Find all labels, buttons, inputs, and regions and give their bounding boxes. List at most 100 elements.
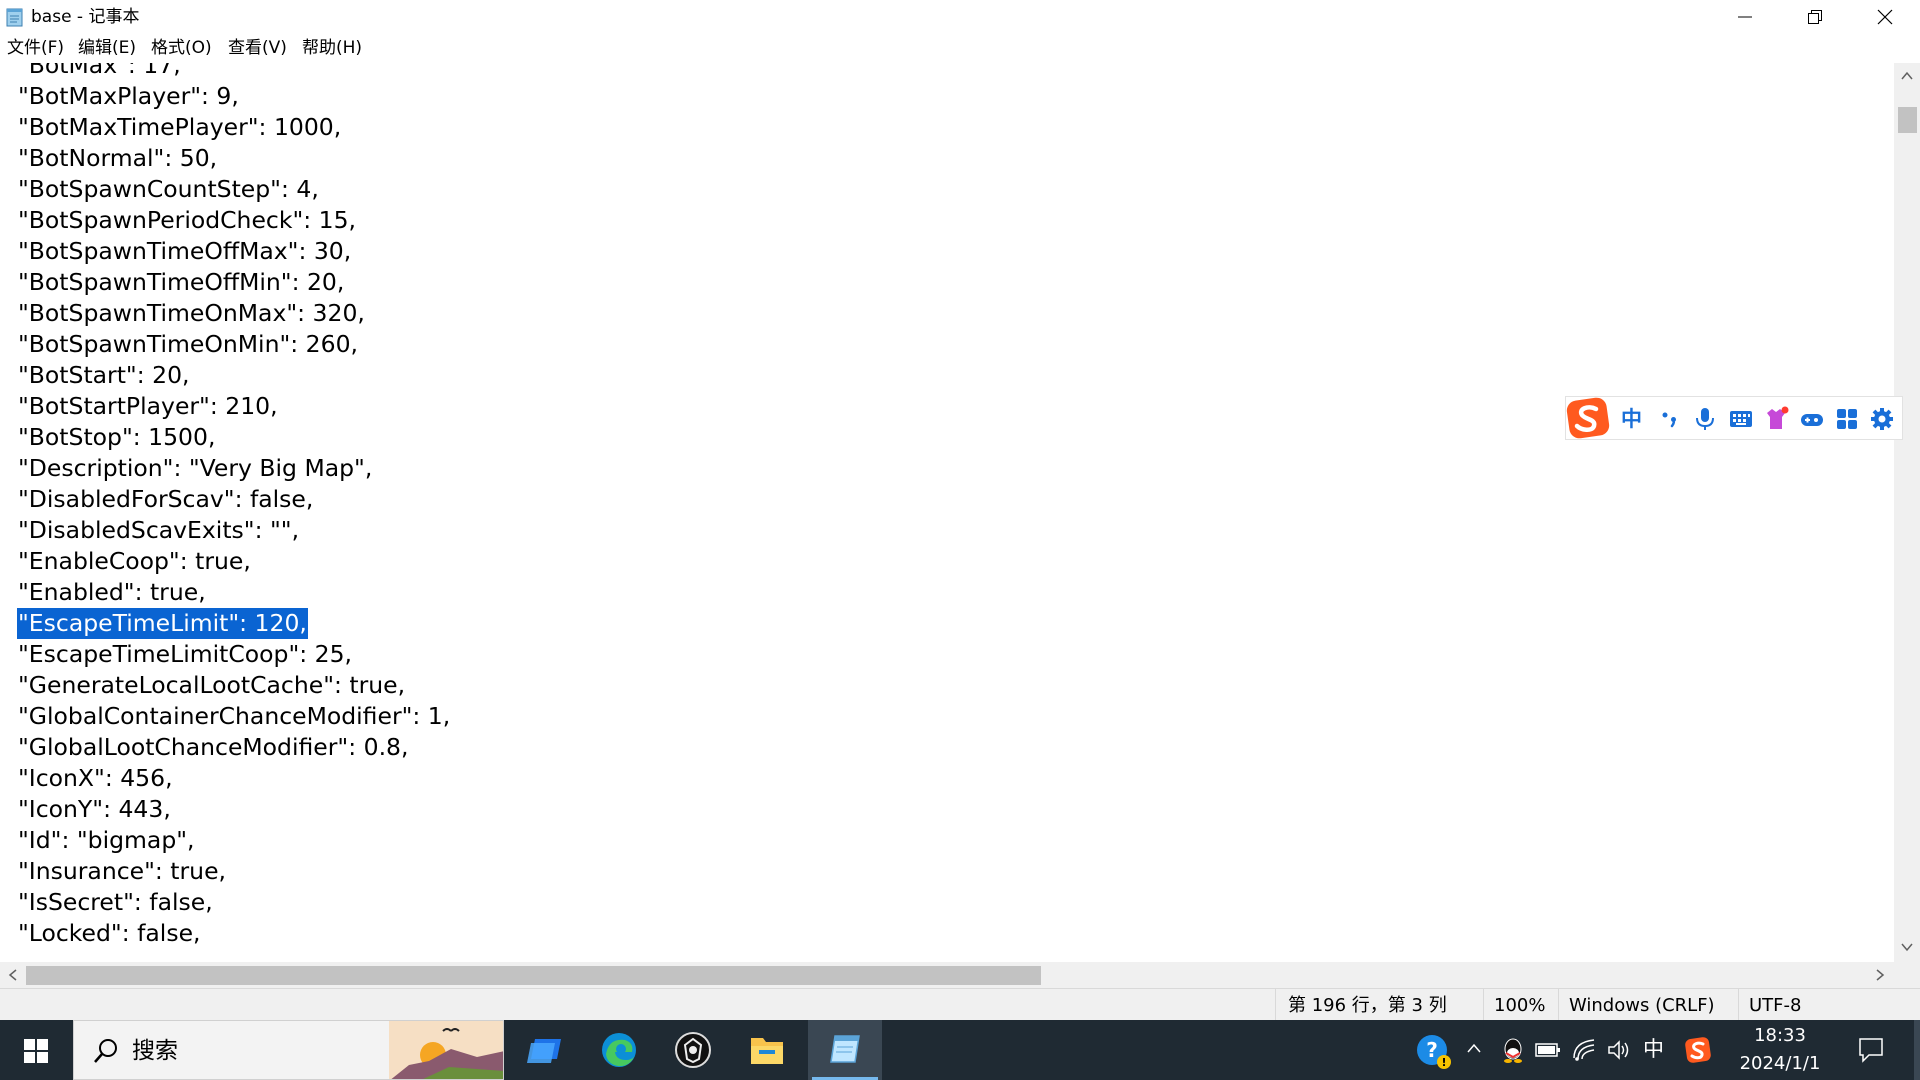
close-button[interactable] bbox=[1850, 0, 1920, 34]
status-bar: 第 196 行，第 3 列 100% Windows (CRLF) UTF-8 bbox=[0, 988, 1920, 1021]
file-explorer-icon bbox=[751, 1038, 783, 1064]
text-line[interactable]: "DisabledForScav": false, bbox=[18, 484, 313, 515]
edge-icon bbox=[602, 1033, 636, 1067]
taskbar-edge[interactable] bbox=[582, 1020, 656, 1080]
chevron-up-icon[interactable] bbox=[1466, 1042, 1482, 1054]
menu-edit[interactable]: 编辑(E) bbox=[78, 38, 136, 58]
cursor-position: 第 196 行，第 3 列 bbox=[1288, 995, 1447, 1016]
menu-file[interactable]: 文件(F) bbox=[7, 38, 64, 58]
horizontal-scroll-thumb[interactable] bbox=[26, 966, 1041, 985]
text-line[interactable]: "DisabledScavExits": "", bbox=[18, 515, 299, 546]
punctuation-icon[interactable] bbox=[1657, 406, 1683, 432]
line-ending: Windows (CRLF) bbox=[1569, 995, 1715, 1016]
text-line[interactable]: "EscapeTimeLimitCoop": 25, bbox=[18, 639, 352, 670]
text-line[interactable]: "BotSpawnCountStep": 4, bbox=[18, 174, 319, 205]
network-icon[interactable] bbox=[1572, 1038, 1598, 1062]
qq-icon[interactable] bbox=[1500, 1036, 1526, 1064]
text-line[interactable]: "BotSpawnTimeOnMax": 320, bbox=[18, 298, 365, 329]
close-icon bbox=[1877, 9, 1893, 25]
notepad-app-icon bbox=[6, 8, 23, 27]
toolbox-icon[interactable] bbox=[1834, 406, 1860, 432]
text-line[interactable]: "BotStartPlayer": 210, bbox=[18, 391, 278, 422]
scroll-up-arrow-icon[interactable] bbox=[1901, 71, 1913, 81]
text-line[interactable]: "IconX": 456, bbox=[18, 763, 173, 794]
notification-center-icon[interactable] bbox=[1857, 1036, 1885, 1064]
zoom-level: 100% bbox=[1494, 995, 1546, 1016]
text-line[interactable]: "IsSecret": false, bbox=[18, 887, 213, 918]
search-placeholder: 搜索 bbox=[132, 1038, 178, 1064]
windows-logo-icon bbox=[24, 1039, 48, 1063]
help-icon[interactable]: ? ! bbox=[1416, 1034, 1452, 1070]
text-line[interactable]: "BotMaxPlayer": 9, bbox=[18, 81, 239, 112]
text-line[interactable]: "EnableCoop": true, bbox=[18, 546, 251, 577]
text-line[interactable]: "Id": "bigmap", bbox=[18, 825, 195, 856]
taskbar-notepad[interactable] bbox=[808, 1020, 882, 1080]
status-divider bbox=[1275, 989, 1276, 1021]
restore-button[interactable] bbox=[1780, 0, 1850, 34]
minimize-button[interactable] bbox=[1710, 0, 1780, 34]
game-app-icon bbox=[675, 1032, 711, 1068]
menu-bar: 文件(F) 编辑(E) 格式(O) 查看(V) 帮助(H) bbox=[0, 34, 1920, 62]
taskbar-search-box[interactable]: 搜索 bbox=[73, 1020, 504, 1080]
ime-toolbar[interactable]: 中 bbox=[1565, 396, 1903, 440]
text-line[interactable]: "GenerateLocalLootCache": true, bbox=[18, 670, 405, 701]
start-button[interactable] bbox=[0, 1020, 72, 1080]
taskbar-game-app[interactable] bbox=[656, 1020, 730, 1080]
settings-icon[interactable] bbox=[1869, 406, 1895, 432]
microphone-icon[interactable] bbox=[1692, 406, 1718, 432]
show-desktop-button[interactable] bbox=[1914, 1020, 1920, 1080]
text-line[interactable]: "BotSpawnTimeOffMin": 20, bbox=[18, 267, 344, 298]
text-line[interactable]: "Description": "Very Big Map", bbox=[18, 453, 372, 484]
scroll-left-arrow-icon[interactable] bbox=[8, 969, 18, 981]
text-line[interactable]: "BotSpawnTimeOnMin": 260, bbox=[18, 329, 358, 360]
text-line[interactable]: "Enabled": true, bbox=[18, 577, 206, 608]
status-divider bbox=[1483, 989, 1484, 1021]
selected-text-line[interactable]: "EscapeTimeLimit": 120, bbox=[17, 608, 308, 639]
text-line[interactable]: "BotStart": 20, bbox=[18, 360, 190, 391]
scroll-down-arrow-icon[interactable] bbox=[1901, 942, 1913, 952]
text-editor[interactable]: "BotMax": 17, "BotMaxPlayer": 9, "BotMaxTi… bbox=[0, 63, 1894, 962]
text-line[interactable]: "BotMaxTimePlayer": 1000, bbox=[18, 112, 341, 143]
input-language-indicator[interactable]: 中 bbox=[1643, 1038, 1664, 1060]
status-divider bbox=[1738, 989, 1739, 1021]
svg-text:?: ? bbox=[1426, 1038, 1438, 1062]
text-line[interactable]: "GlobalContainerChanceModifier": 1, bbox=[18, 701, 450, 732]
clock-time[interactable]: 18:33 bbox=[1735, 1025, 1825, 1047]
horizontal-scrollbar[interactable] bbox=[0, 962, 1894, 988]
taskbar-file-explorer[interactable] bbox=[730, 1020, 804, 1080]
text-line[interactable]: "BotSpawnTimeOffMax": 30, bbox=[18, 236, 351, 267]
vertical-scrollbar[interactable] bbox=[1894, 63, 1920, 962]
minimize-icon bbox=[1738, 16, 1752, 18]
vertical-scroll-thumb[interactable] bbox=[1898, 107, 1917, 133]
battery-icon[interactable] bbox=[1535, 1040, 1561, 1060]
clock-date[interactable]: 2024/1/1 bbox=[1735, 1053, 1825, 1075]
task-view-icon bbox=[527, 1039, 561, 1063]
text-line[interactable]: "BotNormal": 50, bbox=[18, 143, 217, 174]
sogou-tray-icon[interactable] bbox=[1683, 1035, 1713, 1065]
text-line[interactable]: "BotMax": 17, bbox=[18, 63, 181, 81]
text-line[interactable]: "BotSpawnPeriodCheck": 15, bbox=[18, 205, 356, 236]
menu-view[interactable]: 查看(V) bbox=[228, 38, 287, 58]
skin-icon[interactable] bbox=[1763, 406, 1789, 432]
keyboard-icon[interactable] bbox=[1728, 406, 1754, 432]
chinese-mode-icon[interactable]: 中 bbox=[1621, 406, 1647, 432]
scroll-right-arrow-icon[interactable] bbox=[1875, 969, 1885, 981]
menu-help[interactable]: 帮助(H) bbox=[302, 38, 362, 58]
title-bar: base - 记事本 bbox=[0, 0, 1920, 34]
text-line[interactable]: "BotStop": 1500, bbox=[18, 422, 215, 453]
taskbar: 搜索 ? ! 中 18:33 2024/1/1 bbox=[0, 1020, 1920, 1080]
window-title: base - 记事本 bbox=[31, 7, 140, 27]
svg-text:!: ! bbox=[1441, 1056, 1446, 1069]
text-line[interactable]: "Locked": false, bbox=[18, 918, 201, 949]
notepad-icon bbox=[830, 1035, 860, 1063]
gamepad-icon[interactable] bbox=[1799, 406, 1825, 432]
taskbar-task-view[interactable] bbox=[508, 1020, 582, 1080]
text-line[interactable]: "Insurance": true, bbox=[18, 856, 226, 887]
text-line[interactable]: "IconY": 443, bbox=[18, 794, 171, 825]
volume-icon[interactable] bbox=[1606, 1038, 1632, 1062]
scrollbar-corner bbox=[1894, 962, 1920, 988]
menu-format[interactable]: 格式(O) bbox=[151, 38, 212, 58]
text-line[interactable]: "GlobalLootChanceModifier": 0.8, bbox=[18, 732, 408, 763]
search-icon bbox=[94, 1039, 117, 1063]
sogou-logo-icon[interactable] bbox=[1566, 395, 1612, 441]
